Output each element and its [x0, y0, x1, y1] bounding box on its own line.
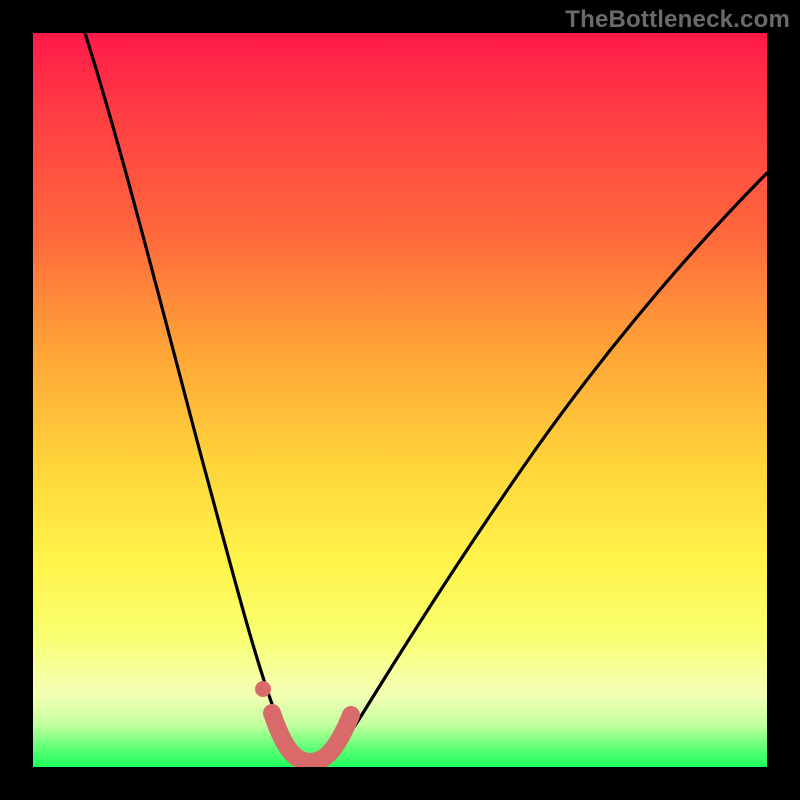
valley-highlight [272, 713, 351, 762]
curve-layer [33, 33, 767, 767]
bottleneck-curve [85, 33, 767, 764]
valley-left-dot [255, 681, 271, 697]
watermark-text: TheBottleneck.com [565, 6, 790, 34]
chart-frame: TheBottleneck.com [0, 0, 800, 800]
plot-area [33, 33, 767, 767]
